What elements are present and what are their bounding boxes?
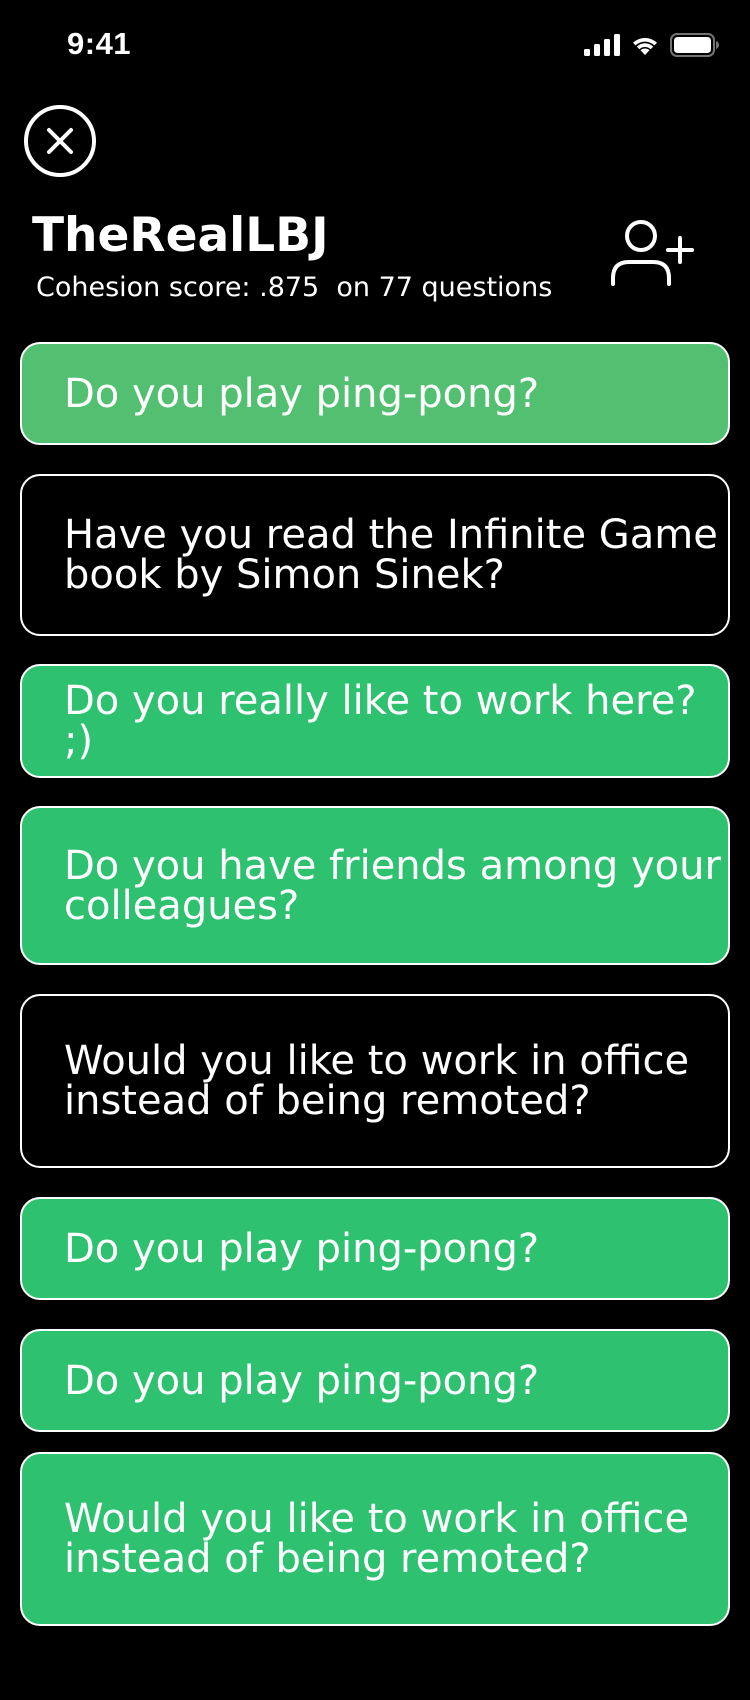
- question-card[interactable]: Do you really like to work here? ;): [20, 664, 730, 778]
- question-text: Do you play ping-pong?: [64, 1225, 540, 1272]
- question-text: Do you really like to work here? ;): [64, 678, 697, 764]
- username-title: TheRealLBJ: [32, 208, 329, 263]
- question-text: Do you play ping-pong?: [64, 1357, 540, 1404]
- cohesion-score: Cohesion score: .875 on 77 questions: [36, 272, 553, 303]
- add-user-icon: [611, 220, 694, 286]
- question-card[interactable]: Would you like to work in office instead…: [20, 994, 730, 1168]
- question-text: Would you like to work in office instead…: [64, 1496, 690, 1582]
- close-icon: [47, 128, 73, 154]
- screen: 9:41 TheRealLBJ Cohesion score: .875 on …: [0, 0, 750, 1700]
- question-text: Would you like to work in office instead…: [64, 1038, 690, 1124]
- question-text: Have you read the Infinite Game book by …: [64, 512, 718, 598]
- question-card[interactable]: Would you like to work in office instead…: [20, 1452, 730, 1626]
- question-card[interactable]: Do you play ping-pong?: [20, 342, 730, 445]
- wifi-icon: [633, 37, 657, 55]
- question-text: Do you have friends among your colleague…: [64, 842, 721, 929]
- question-text: Do you play ping-pong?: [64, 370, 540, 417]
- add-user-button[interactable]: [608, 218, 694, 290]
- battery-icon: [670, 33, 719, 57]
- status-time: 9:41: [67, 26, 132, 61]
- close-button[interactable]: [24, 105, 96, 177]
- question-card[interactable]: Do you play ping-pong?: [20, 1197, 730, 1300]
- question-card[interactable]: Have you read the Infinite Game book by …: [20, 474, 730, 636]
- status-icons: [584, 33, 720, 57]
- question-card[interactable]: Do you play ping-pong?: [20, 1329, 730, 1432]
- question-card[interactable]: Do you have friends among your colleague…: [20, 806, 730, 965]
- cellular-signal-icon: [584, 34, 620, 56]
